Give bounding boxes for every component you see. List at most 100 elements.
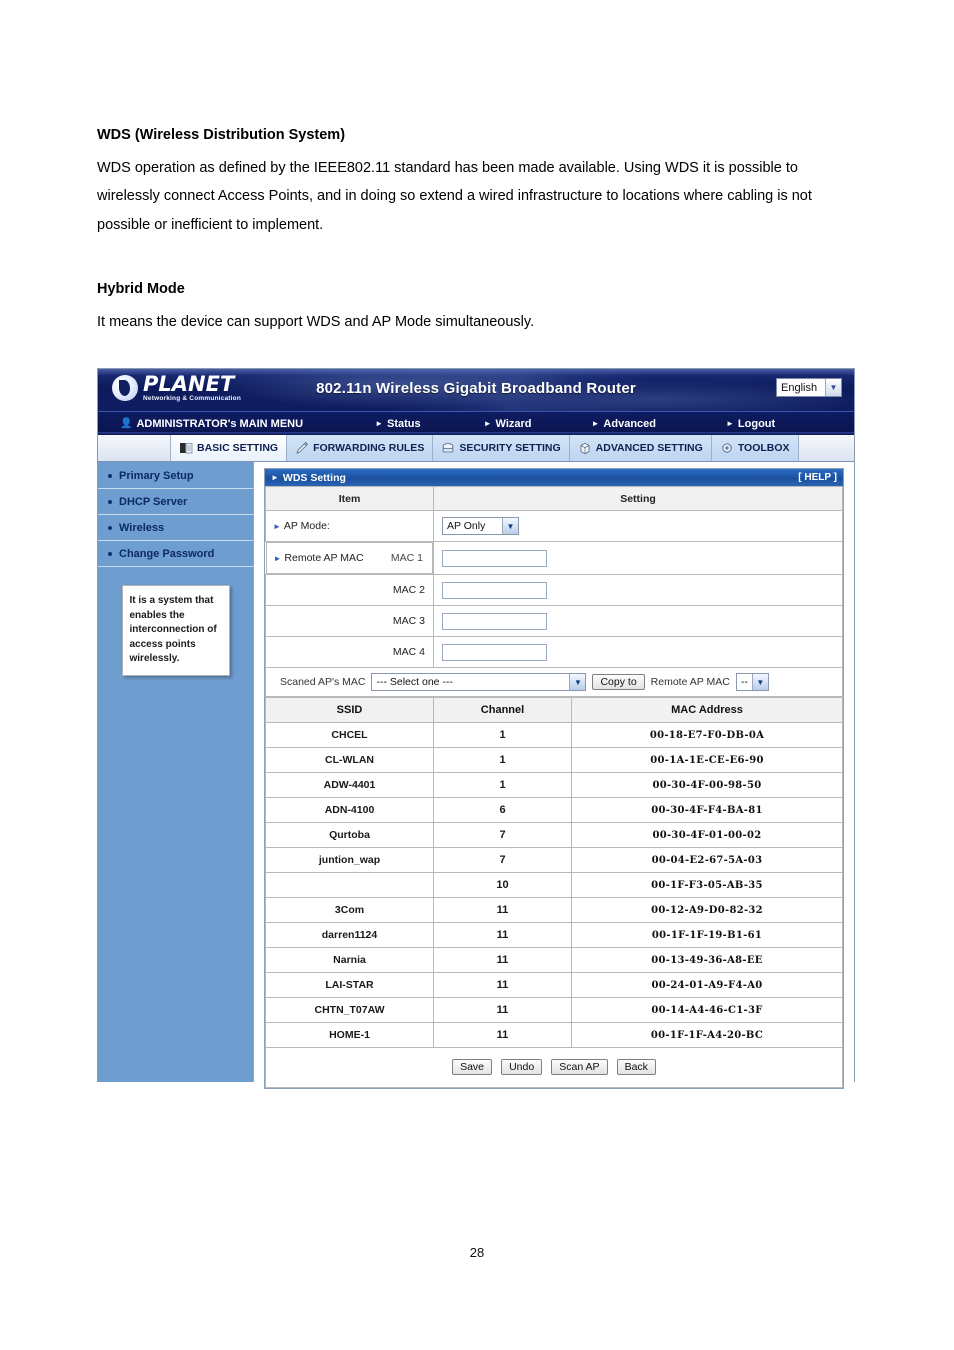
sidebar-item-dhcp-server[interactable]: DHCP Server — [98, 489, 253, 515]
mac3-input[interactable] — [442, 612, 547, 630]
table-row[interactable]: 3Com 11 00-12-A9-D0-82-32 — [265, 897, 843, 923]
menu-item-label: Logout — [737, 417, 776, 430]
ap-mode-select[interactable]: AP Only ▼ — [442, 517, 519, 535]
ap-mode-value: AP Only — [447, 520, 486, 532]
chevron-down-icon: ▼ — [502, 518, 518, 534]
tab-basic-setting[interactable]: BASIC SETTING — [170, 435, 288, 461]
globe-icon — [112, 375, 138, 402]
save-button[interactable]: Save — [452, 1059, 492, 1075]
scanned-ap-table: SSID Channel MAC Address CHCEL 1 00-18-E7-… — [265, 697, 843, 1088]
table-row[interactable]: LAI-STAR 11 00-24-01-A9-F4-A0 — [265, 972, 843, 998]
content-area: ► WDS Setting [ HELP ] Item Setting ► AP … — [254, 462, 854, 1089]
mac-row-label: MAC 1 — [390, 552, 423, 564]
table-row[interactable]: ADN-4100 6 00-30-4F-F4-BA-81 — [265, 797, 843, 823]
cell-channel: 11 — [433, 897, 572, 923]
panel-title-bar: ► WDS Setting [ HELP ] — [265, 469, 843, 486]
table-row[interactable]: CL-WLAN 1 00-1A-1E-CE-E6-90 — [265, 747, 843, 773]
menu-item-advanced[interactable]: ► Advanced — [592, 418, 657, 430]
action-buttons-row: Save Undo Scan AP Back — [265, 1047, 843, 1088]
sidebar-item-change-password[interactable]: Change Password — [98, 541, 253, 567]
language-select[interactable]: English ▼ — [776, 378, 842, 397]
scanned-ap-mac-value: --- Select one --- — [376, 676, 453, 688]
tab-bar: BASIC SETTING FORWARDING RULES SECURITY … — [98, 435, 854, 462]
mac4-cell — [433, 636, 843, 668]
cell-channel: 10 — [433, 872, 572, 898]
sidebar-item-primary-setup[interactable]: Primary Setup — [98, 463, 253, 489]
router-web-ui: PLANET Networking & Communication 802.11… — [97, 368, 855, 1089]
back-button[interactable]: Back — [616, 1059, 656, 1075]
triangle-right-icon: ► — [375, 419, 383, 428]
table-row[interactable]: CHCEL 1 00-18-E7-F0-DB-0A — [265, 722, 843, 748]
cell-ssid: CHCEL — [265, 722, 434, 748]
cell-ssid: CL-WLAN — [265, 747, 434, 773]
wds-paragraph: WDS operation as defined by the IEEE802.… — [97, 160, 812, 233]
main-menu-label[interactable]: 👤 ADMINISTRATOR's MAIN MENU — [120, 418, 303, 430]
remote-ap-mac-row-1: ► Remote AP MAC MAC 1 — [265, 541, 843, 575]
cell-mac: 00-30-4F-00-98-50 — [571, 772, 843, 798]
cell-channel: 11 — [433, 997, 572, 1023]
sidebar: Primary Setup DHCP Server Wireless Chang… — [98, 462, 254, 1082]
chevron-down-icon: ▼ — [569, 674, 586, 690]
admin-menu-bar: 👤 ADMINISTRATOR's MAIN MENU ► Status ► W… — [98, 411, 854, 435]
table-row[interactable]: juntion_wap 7 00-04-E2-67-5A-03 — [265, 847, 843, 873]
menu-item-label: Status — [386, 417, 421, 430]
scanned-ap-mac-select[interactable]: --- Select one --- ▼ — [371, 673, 587, 691]
tab-label: FORWARDING RULES — [313, 442, 425, 454]
table-row[interactable]: ADW-4401 1 00-30-4F-00-98-50 — [265, 772, 843, 798]
tab-security-setting[interactable]: SECURITY SETTING — [433, 435, 570, 461]
mac2-cell — [433, 574, 843, 606]
cell-ssid: CHTN_T07AW — [265, 997, 434, 1023]
tab-toolbox[interactable]: TOOLBOX — [711, 435, 799, 461]
table-row[interactable]: Narnia 11 00-13-49-36-A8-EE — [265, 947, 843, 973]
menu-item-status[interactable]: ► Status — [375, 418, 421, 430]
box-icon — [578, 441, 592, 455]
wds-heading: WDS (Wireless Distribution System) — [97, 127, 346, 143]
table-row[interactable]: Qurtoba 7 00-30-4F-01-00-02 — [265, 822, 843, 848]
mac2-input[interactable] — [442, 581, 547, 599]
cell-mac: 00-30-4F-01-00-02 — [571, 822, 843, 848]
mac4-input[interactable] — [442, 643, 547, 661]
triangle-right-icon: ► — [273, 522, 281, 531]
sidebar-item-wireless[interactable]: Wireless — [98, 515, 253, 541]
cell-mac: 00-12-A9-D0-82-32 — [571, 897, 843, 923]
form-header-item: Item — [265, 486, 434, 511]
table-row[interactable]: CHTN_T07AW 11 00-14-A4-46-C1-3F — [265, 997, 843, 1023]
copy-target-select[interactable]: -- ▼ — [735, 673, 769, 691]
cell-ssid: juntion_wap — [265, 847, 434, 873]
menu-item-logout[interactable]: ► Logout — [726, 418, 775, 430]
cell-mac: 00-04-E2-67-5A-03 — [571, 847, 843, 873]
ap-table-header-row: SSID Channel MAC Address — [265, 697, 843, 723]
scan-ap-button[interactable]: Scan AP — [551, 1059, 608, 1075]
cell-mac: 00-14-A4-46-C1-3F — [571, 997, 843, 1023]
cell-mac: 00-1F-F3-05-AB-35 — [571, 872, 843, 898]
table-row[interactable]: HOME-1 11 00-1F-1F-A4-20-BC — [265, 1022, 843, 1048]
bullet-icon — [108, 551, 112, 556]
copy-target-value: -- — [740, 676, 748, 688]
menu-item-label: Advanced — [603, 417, 656, 430]
tab-forwarding-rules[interactable]: FORWARDING RULES — [287, 435, 434, 461]
bullet-icon — [108, 525, 112, 530]
scanned-ap-mac-label: Scaned AP's MAC — [280, 676, 366, 688]
menu-item-wizard[interactable]: ► Wizard — [484, 418, 532, 430]
table-row[interactable]: 10 00-1F-F3-05-AB-35 — [265, 872, 843, 898]
triangle-right-icon: ► — [591, 419, 600, 428]
planet-logo: PLANET Networking & Communication — [112, 374, 241, 403]
cell-mac: 00-13-49-36-A8-EE — [571, 947, 843, 973]
copy-to-button[interactable]: Copy to — [592, 674, 645, 690]
chevron-down-icon[interactable]: ▼ — [825, 379, 841, 396]
cell-ssid: HOME-1 — [265, 1022, 434, 1048]
tools-icon — [720, 441, 734, 455]
ap-col-ssid: SSID — [265, 697, 434, 723]
copy-target-label: Remote AP MAC — [650, 676, 730, 688]
table-row[interactable]: darren1124 11 00-1F-1F-19-B1-61 — [265, 922, 843, 948]
ap-col-mac: MAC Address — [571, 697, 843, 723]
undo-button[interactable]: Undo — [501, 1059, 543, 1075]
help-link[interactable]: [ HELP ] — [798, 472, 837, 483]
triangle-right-icon: ► — [483, 419, 492, 428]
bullet-icon — [108, 499, 112, 504]
triangle-right-icon: ► — [273, 554, 282, 563]
mac1-input[interactable] — [442, 549, 547, 567]
tab-advanced-setting[interactable]: ADVANCED SETTING — [569, 435, 712, 461]
cell-mac: 00-1A-1E-CE-E6-90 — [571, 747, 843, 773]
